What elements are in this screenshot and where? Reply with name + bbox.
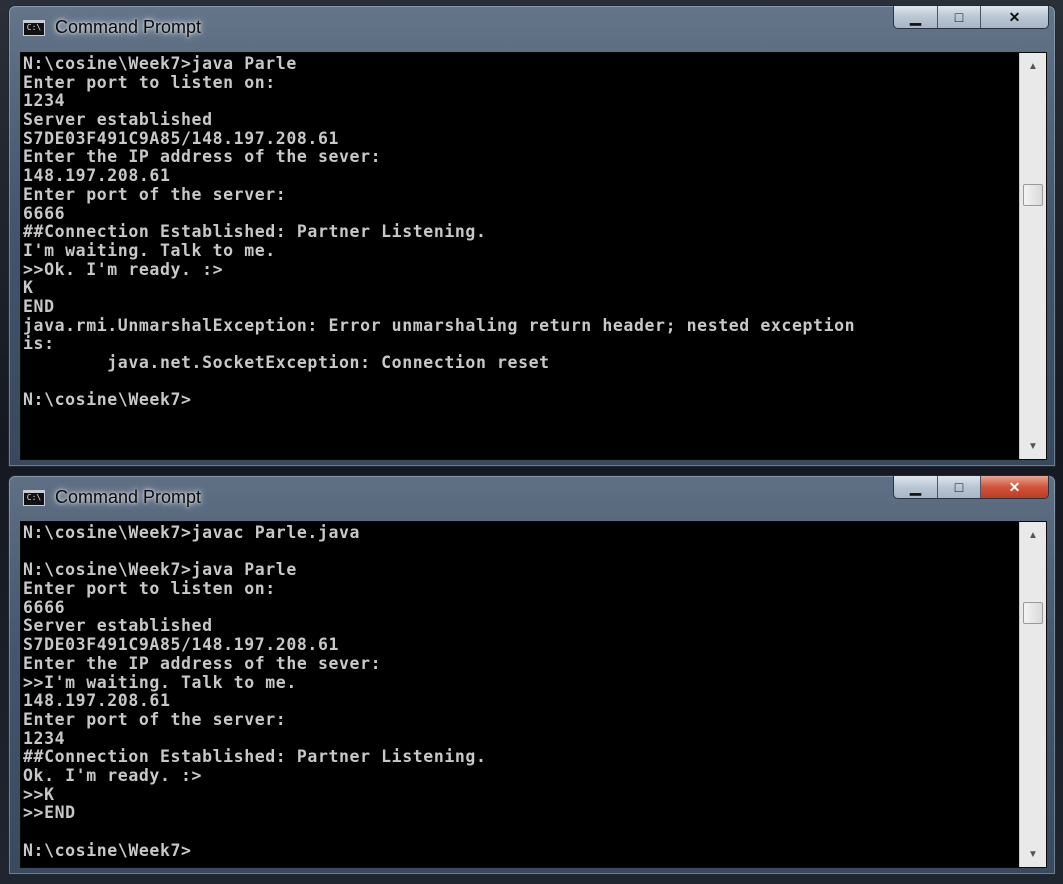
vertical-scrollbar[interactable]: ▲ ▼ <box>1019 522 1046 867</box>
close-button[interactable]: ✕ <box>980 6 1048 28</box>
console-line: Enter port of the server: <box>23 184 287 204</box>
caption-buttons: ▁ □ ✕ <box>893 6 1049 29</box>
console-line: I'm waiting. Talk to me. <box>23 240 276 260</box>
console-line: N:\cosine\Week7> <box>23 840 192 860</box>
console-line: S7DE03F491C9A85/148.197.208.61 <box>23 635 340 655</box>
window-title: Command Prompt <box>55 487 202 507</box>
console-line: N:\cosine\Week7>javac Parle.java <box>23 524 361 542</box>
console-line: END <box>23 296 55 316</box>
console-line: Server established <box>23 110 213 130</box>
minimize-button[interactable]: ▁ <box>894 476 937 498</box>
console-line: N:\cosine\Week7>java Parle <box>23 55 297 73</box>
window-title: Command Prompt <box>55 17 202 37</box>
cmd-icon: C:\ <box>23 490 45 506</box>
console-line: 6666 <box>23 203 66 223</box>
scroll-down-arrow-icon[interactable]: ▼ <box>1020 433 1046 459</box>
scroll-down-arrow-icon[interactable]: ▼ <box>1020 841 1046 867</box>
console-line: Enter the IP address of the sever: <box>23 653 382 673</box>
console-line: 1234 <box>23 728 66 748</box>
console-line: K <box>23 278 34 298</box>
console-area[interactable]: N:\cosine\Week7>javac Parle.java N:\cosin… <box>20 521 1047 868</box>
scroll-thumb[interactable] <box>1023 602 1043 624</box>
command-prompt-window-1[interactable]: C:\ Command Prompt ▁ □ ✕ N:\cosine\Week7… <box>8 5 1056 467</box>
vertical-scrollbar[interactable]: ▲ ▼ <box>1019 53 1046 459</box>
console-line: Server established <box>23 616 213 636</box>
console-line: 6666 <box>23 597 66 617</box>
console-line: ##Connection Established: Partner Listen… <box>23 222 487 242</box>
console-output[interactable]: N:\cosine\Week7>javac Parle.java N:\cosin… <box>23 524 1016 867</box>
console-line: ##Connection Established: Partner Listen… <box>23 747 487 767</box>
console-line: N:\cosine\Week7> <box>23 390 192 410</box>
console-line: N:\cosine\Week7>java Parle <box>23 560 297 580</box>
console-line: Ok. I'm ready. :> <box>23 765 203 785</box>
cmd-icon: C:\ <box>23 20 45 36</box>
maximize-button[interactable]: □ <box>937 6 980 28</box>
console-line: Enter port to listen on: <box>23 72 276 92</box>
scroll-up-arrow-icon[interactable]: ▲ <box>1020 522 1046 548</box>
desktop: C:\ Command Prompt ▁ □ ✕ N:\cosine\Week7… <box>0 0 1063 884</box>
maximize-button[interactable]: □ <box>937 476 980 498</box>
console-line: 1234 <box>23 91 66 111</box>
console-line: java.net.SocketException: Connection res… <box>23 353 550 372</box>
minimize-button[interactable]: ▁ <box>894 6 937 28</box>
console-line: Enter the IP address of the sever: <box>23 147 382 167</box>
console-line: >>I'm waiting. Talk to me. <box>23 672 297 692</box>
console-area[interactable]: N:\cosine\Week7>java Parle Enter port to … <box>20 52 1047 460</box>
close-button[interactable]: ✕ <box>980 476 1048 498</box>
console-line: is: <box>23 334 55 354</box>
console-line: Enter port of the server: <box>23 709 287 729</box>
console-line: Enter port to listen on: <box>23 579 276 599</box>
console-line: >>K <box>23 784 55 804</box>
command-prompt-window-2[interactable]: C:\ Command Prompt ▁ □ ✕ N:\cosine\Week7… <box>8 475 1056 875</box>
console-line: 148.197.208.61 <box>23 166 171 186</box>
caption-buttons: ▁ □ ✕ <box>893 476 1049 499</box>
scroll-up-arrow-icon[interactable]: ▲ <box>1020 53 1046 79</box>
console-line: java.rmi.UnmarshalException: Error unmar… <box>23 315 856 335</box>
console-line: >>Ok. I'm ready. :> <box>23 259 224 279</box>
title-bar[interactable]: C:\ Command Prompt ▁ □ ✕ <box>9 476 1055 521</box>
console-line: S7DE03F491C9A85/148.197.208.61 <box>23 128 340 148</box>
console-line: >>END <box>23 803 76 823</box>
scroll-thumb[interactable] <box>1023 184 1043 206</box>
console-output[interactable]: N:\cosine\Week7>java Parle Enter port to … <box>23 55 1016 459</box>
title-bar[interactable]: C:\ Command Prompt ▁ □ ✕ <box>9 6 1055 51</box>
console-line: 148.197.208.61 <box>23 691 171 711</box>
